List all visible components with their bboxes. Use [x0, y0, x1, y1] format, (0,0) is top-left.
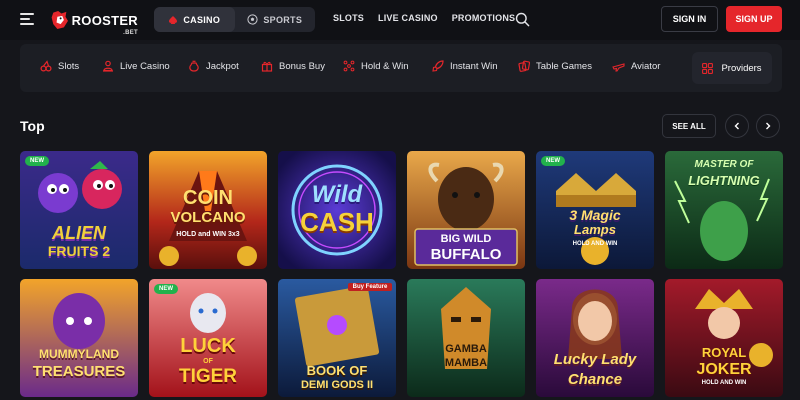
spade-icon: [169, 15, 178, 24]
menu-icon[interactable]: [20, 13, 34, 25]
plane-icon: [612, 63, 625, 72]
game-subtitle: TIGER: [178, 366, 238, 387]
category-bar: Slots Live Casino Jackpot Bonus Buy Hold…: [20, 44, 782, 92]
game-tile-book-of-demi-gods-ii[interactable]: Buy Feature BOOK OF DEMI GODS II: [278, 279, 396, 397]
game-tile-luck-of-tiger[interactable]: NEW LUCK OF TIGER: [149, 279, 267, 397]
game-subtitle: LIGHTNING: [688, 173, 760, 188]
game-tile-lucky-lady-chance[interactable]: Lucky Lady Chance: [536, 279, 654, 397]
game-tile-alien-fruits-2[interactable]: NEW ALIEN FRUITS 2: [20, 151, 138, 269]
logo[interactable]: ROOSTER .BET: [50, 6, 138, 36]
game-title: ALIEN: [52, 223, 106, 243]
prev-arrow-button[interactable]: [725, 114, 749, 138]
grid-icon: [702, 62, 714, 74]
logo-text: ROOSTER .BET: [71, 12, 138, 36]
gift-icon: [261, 61, 273, 72]
nav-promotions[interactable]: PROMOTIONS: [452, 13, 516, 23]
logo-sub: .BET: [123, 29, 138, 36]
new-badge: NEW: [541, 156, 565, 166]
nav-live-casino[interactable]: LIVE CASINO: [378, 13, 438, 23]
game-tile-wild-cash[interactable]: Wild CASH: [278, 151, 396, 269]
new-badge: NEW: [25, 156, 49, 166]
nav-slots[interactable]: SLOTS: [333, 13, 364, 23]
soccer-ball-icon: [247, 14, 258, 25]
next-arrow-button[interactable]: [756, 114, 780, 138]
category-live-casino[interactable]: Live Casino: [102, 60, 170, 72]
game-tile-gamba-mamba[interactable]: GAMBA MAMBA: [407, 279, 525, 397]
game-title: GAMBA: [445, 343, 487, 355]
game-tagline: HOLD and WIN 3x3: [176, 231, 240, 238]
category-hold-and-win[interactable]: Hold & Win: [343, 60, 409, 72]
game-title: COIN: [183, 187, 233, 209]
dealer-icon: [103, 60, 113, 72]
category-instant-win[interactable]: Instant Win: [432, 60, 498, 72]
game-subtitle: Lamps: [574, 222, 616, 237]
category-jackpot[interactable]: Jackpot: [188, 60, 239, 72]
top-nav: SLOTS LIVE CASINO PROMOTIONS: [333, 13, 529, 23]
game-title: MASTER OF: [694, 159, 754, 170]
tab-sports[interactable]: SPORTS: [235, 7, 316, 32]
game-tile-royal-joker[interactable]: ROYAL JOKER HOLD AND WIN: [665, 279, 783, 397]
game-subtitle: FRUITS 2: [47, 243, 111, 259]
game-title: ROYAL: [701, 345, 747, 360]
see-all-button[interactable]: SEE ALL: [662, 114, 716, 138]
buy-feature-badge: Buy Feature: [348, 283, 392, 291]
game-tagline: OF: [203, 358, 213, 365]
game-subtitle: DEMI GODS II: [300, 379, 374, 391]
category-slots[interactable]: Slots: [40, 60, 79, 72]
game-tile-big-wild-buffalo[interactable]: BIG WILD BUFFALO: [407, 151, 525, 269]
game-title: LUCK: [180, 335, 236, 357]
game-tagline: HOLD AND WIN: [572, 241, 618, 247]
rooster-logo-icon: [51, 11, 68, 29]
cherries-icon: [40, 60, 52, 72]
game-tile-master-of-lightning[interactable]: MASTER OF LIGHTNING: [665, 151, 783, 269]
casino-sports-toggle: CASINO SPORTS: [154, 7, 315, 32]
game-subtitle: JOKER: [696, 361, 752, 378]
game-subtitle: CASH: [300, 207, 374, 237]
search-icon[interactable]: [515, 12, 530, 27]
money-bag-icon: [189, 60, 199, 72]
game-tile-mummyland-treasures[interactable]: MUMMYLAND TREASURES: [20, 279, 138, 397]
game-title: BIG WILD: [440, 233, 492, 245]
game-subtitle: Chance: [567, 371, 623, 388]
top-bar: ROOSTER .BET CASINO SPORTS SLOTS LIVE CA…: [0, 0, 800, 40]
providers-button[interactable]: Providers: [692, 52, 772, 84]
game-subtitle: TREASURES: [32, 363, 126, 380]
grid-dots-icon: [343, 60, 355, 72]
game-title: BOOK OF: [306, 363, 368, 378]
game-subtitle: VOLCANO: [170, 209, 246, 226]
tab-casino[interactable]: CASINO: [154, 7, 235, 32]
game-tile-3-magic-lamps[interactable]: NEW 3 Magic Lamps HOLD AND WIN: [536, 151, 654, 269]
game-tile-coin-volcano[interactable]: COIN VOLCANO HOLD and WIN 3x3: [149, 151, 267, 269]
game-art: [407, 279, 525, 397]
cards-icon: [518, 60, 530, 72]
game-title: Wild: [311, 181, 363, 208]
category-bonus-buy[interactable]: Bonus Buy: [261, 60, 325, 72]
game-subtitle: BUFFALO: [430, 246, 502, 263]
sign-in-button[interactable]: SIGN IN: [661, 6, 718, 32]
game-tagline: HOLD AND WIN: [701, 380, 747, 386]
category-table-games[interactable]: Table Games: [518, 60, 592, 72]
category-aviator[interactable]: Aviator: [612, 60, 660, 72]
sign-up-button[interactable]: SIGN UP: [726, 6, 782, 32]
chevron-right-icon: [766, 122, 771, 130]
section-title: Top: [20, 118, 45, 134]
new-badge: NEW: [154, 284, 178, 294]
game-title: Lucky Lady: [553, 351, 637, 368]
rocket-icon: [432, 60, 444, 72]
chevron-left-icon: [734, 122, 739, 130]
game-title: MUMMYLAND: [39, 347, 119, 361]
game-subtitle: MAMBA: [444, 357, 488, 369]
game-title: 3 Magic: [569, 207, 621, 223]
